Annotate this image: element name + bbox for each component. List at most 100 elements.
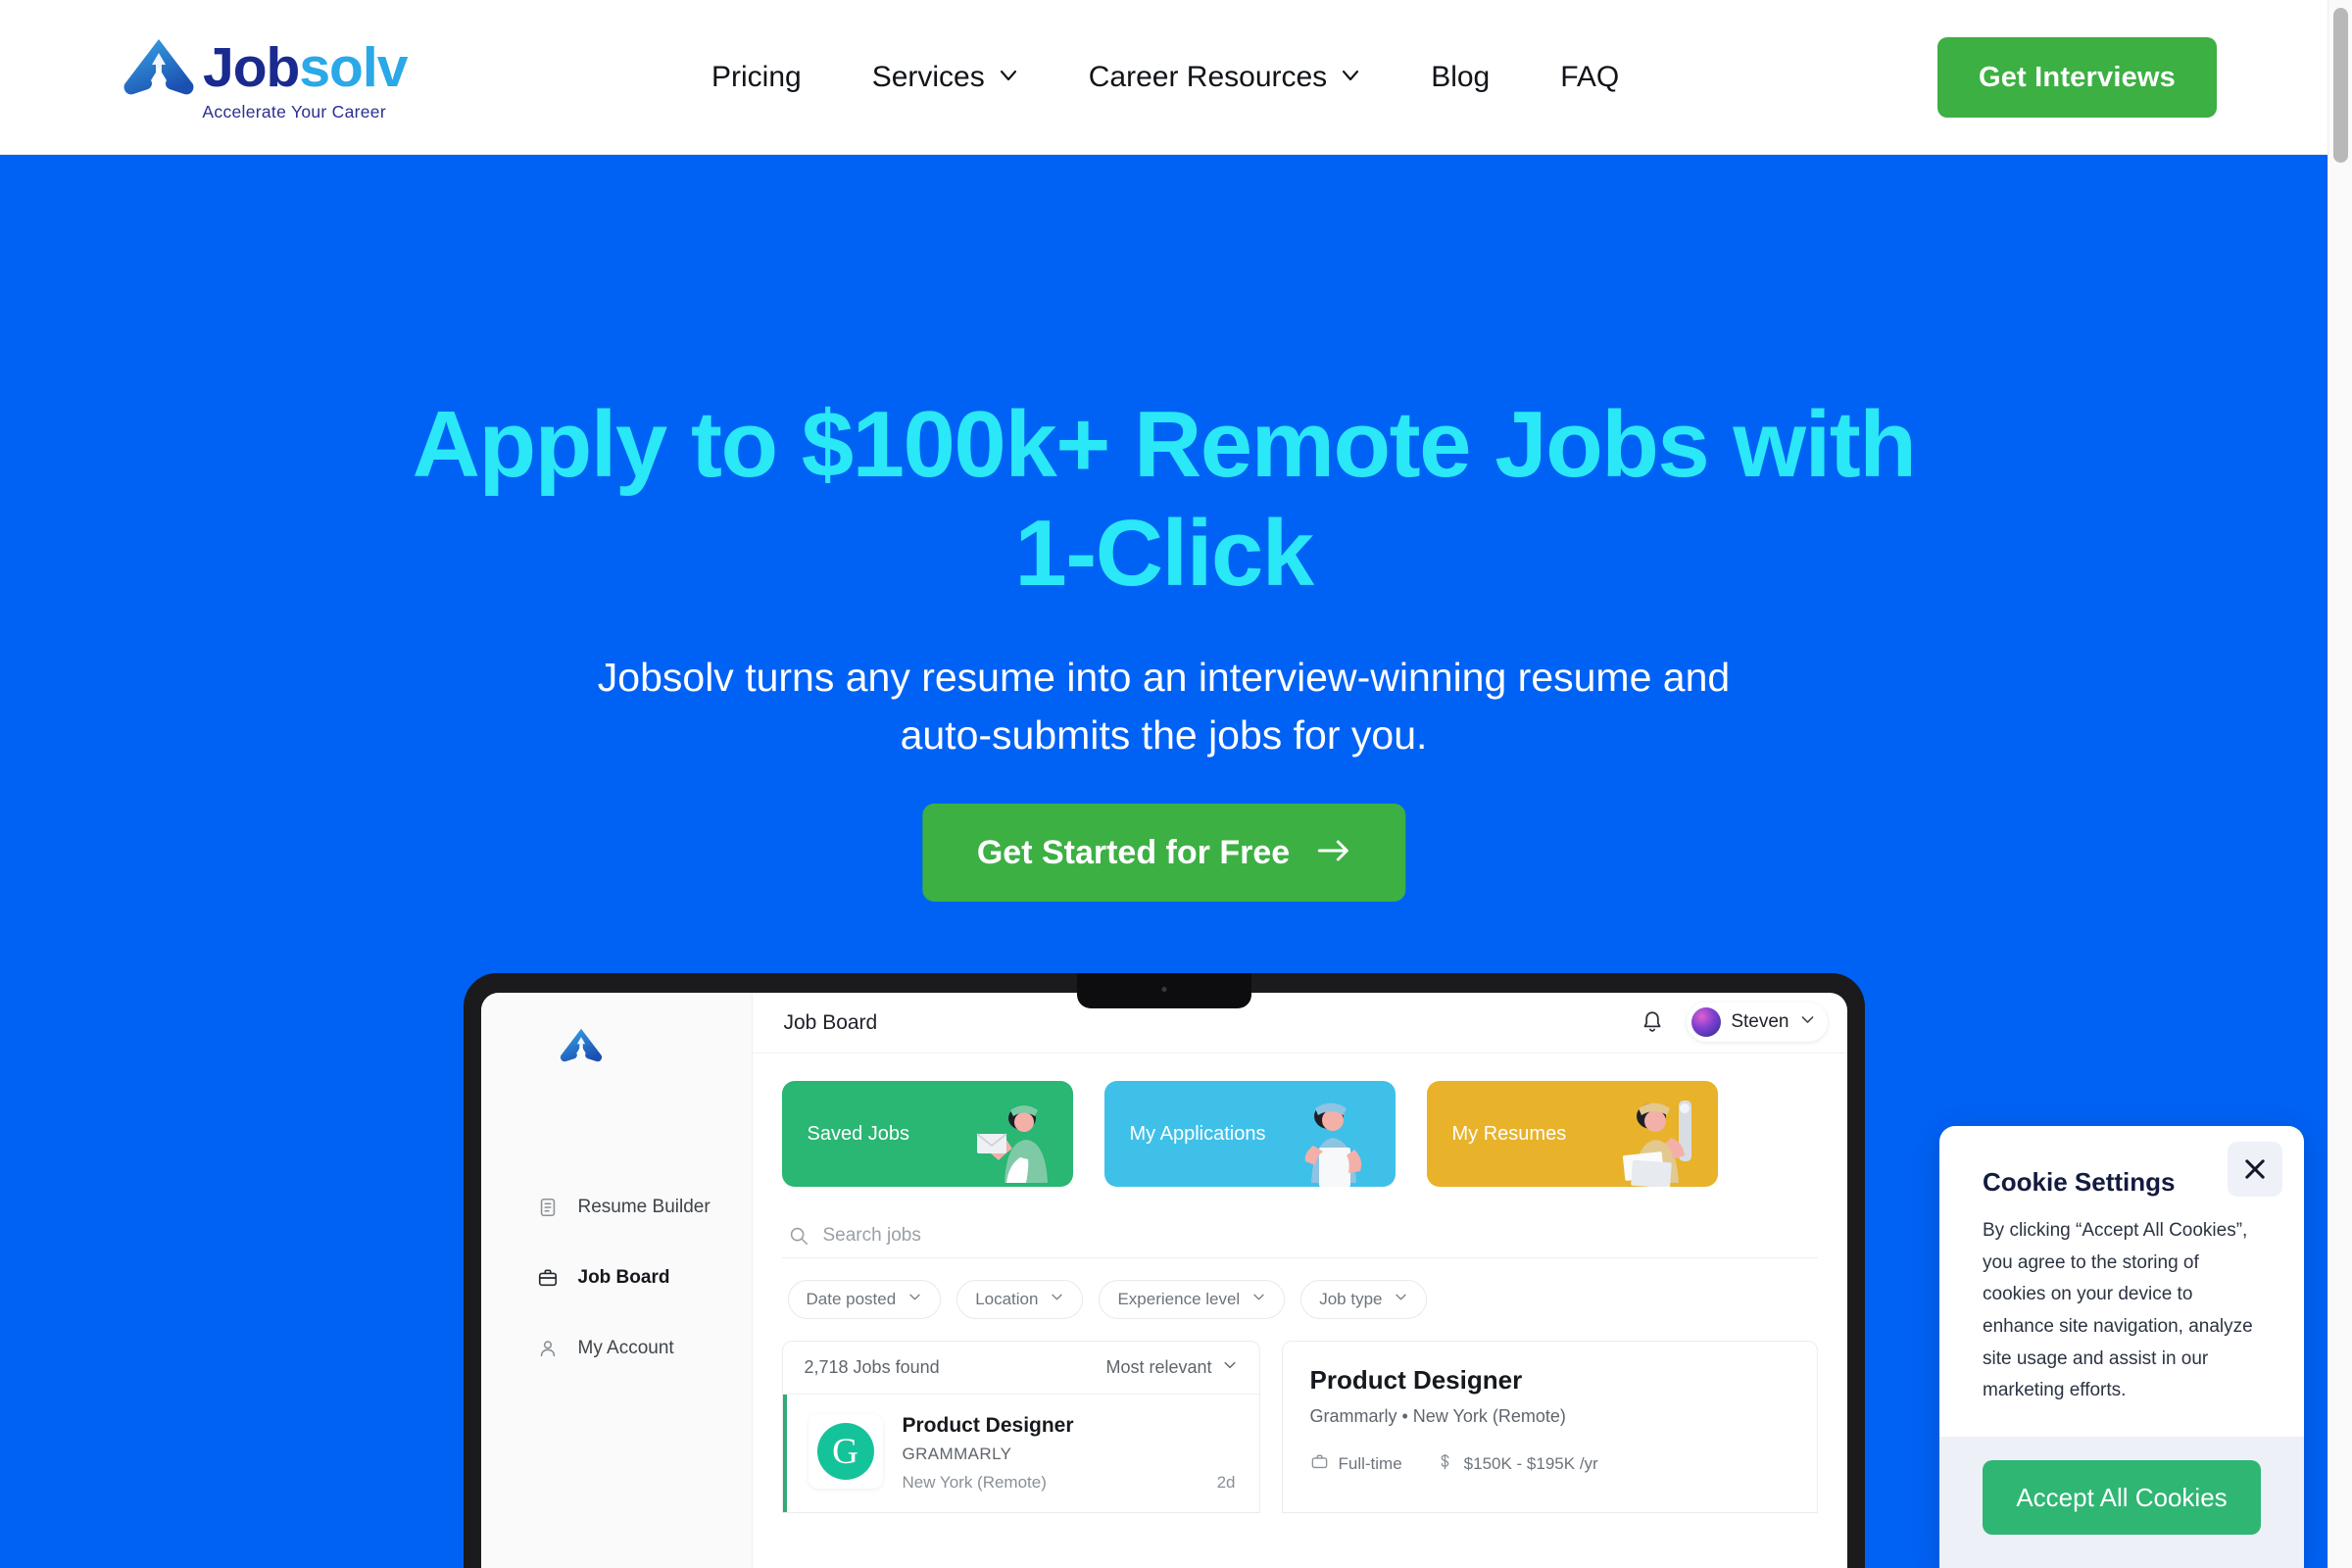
nav-item-career-resources[interactable]: Career Resources bbox=[1054, 61, 1396, 94]
jobsolv-arrow-logo-icon bbox=[560, 1026, 603, 1065]
nav-item-services[interactable]: Services bbox=[837, 61, 1054, 94]
cookie-settings-dialog: Cookie Settings By clicking “Accept All … bbox=[1939, 1125, 2304, 1568]
hero-subtitle: Jobsolv turns any resume into an intervi… bbox=[597, 655, 1731, 759]
logo-tagline: Accelerate Your Career bbox=[202, 102, 386, 122]
filter-job-type[interactable]: Job type bbox=[1300, 1280, 1428, 1319]
document-icon bbox=[535, 1195, 561, 1220]
dollar-icon bbox=[1436, 1452, 1454, 1476]
search-placeholder: Search jobs bbox=[822, 1224, 921, 1246]
briefcase-icon bbox=[1310, 1452, 1329, 1476]
filter-pills: Date posted Location Experience level Jo… bbox=[787, 1280, 1847, 1319]
nav-label: Pricing bbox=[711, 61, 802, 93]
site-logo[interactable]: Jobsolv Accelerate Your Career bbox=[122, 35, 408, 122]
user-icon bbox=[535, 1336, 561, 1361]
get-started-free-button[interactable]: Get Started for Free bbox=[921, 804, 1406, 902]
results-area: 2,718 Jobs found Most relevant G Product… bbox=[781, 1341, 1818, 1513]
salary-label: $150K - $195K /yr bbox=[1463, 1454, 1598, 1473]
person-with-envelope-illustration bbox=[950, 1093, 1067, 1187]
job-detail-pane: Product Designer Grammarly • New York (R… bbox=[1281, 1341, 1818, 1513]
hero-title-line-1: Apply to $100k+ Remote Jobs with bbox=[412, 392, 1917, 497]
camera-dot-icon bbox=[1161, 987, 1166, 992]
company-logo-grammarly-icon: G bbox=[808, 1414, 883, 1489]
app-main: Job Board Steven Saved Jobs My Applicati… bbox=[752, 993, 1847, 1568]
chevron-down-icon bbox=[1341, 66, 1360, 85]
cookie-dialog-text: By clicking “Accept All Cookies”, you ag… bbox=[1983, 1219, 2253, 1401]
sidebar-item-label: My Account bbox=[577, 1338, 674, 1358]
main-nav: Pricing Services Career Resources Blog F… bbox=[676, 0, 1654, 155]
cookie-dialog-footer: Accept All Cookies bbox=[1939, 1437, 2304, 1568]
app-sidebar: Resume Builder Job Board My Account bbox=[480, 993, 753, 1568]
filter-label: Job type bbox=[1319, 1290, 1383, 1308]
page-title: Apply to $100k+ Remote Jobs with 1-Click bbox=[0, 390, 2328, 609]
close-icon[interactable] bbox=[2228, 1141, 2282, 1197]
jobsolv-arrow-logo-icon bbox=[122, 35, 195, 100]
job-salary: $150K - $195K /yr bbox=[1436, 1452, 1598, 1476]
nav-item-faq[interactable]: FAQ bbox=[1525, 61, 1654, 94]
logo-word-secondary: solv bbox=[299, 35, 408, 99]
grammarly-logo-letter: G bbox=[816, 1423, 874, 1480]
sidebar-item-job-board[interactable]: Job Board bbox=[481, 1249, 752, 1307]
laptop-mockup: Resume Builder Job Board My Account Job … bbox=[463, 973, 1865, 1568]
results-header: 2,718 Jobs found Most relevant bbox=[782, 1342, 1259, 1395]
job-search-field[interactable]: Search jobs bbox=[781, 1213, 1818, 1258]
job-location: New York (Remote) bbox=[902, 1473, 1047, 1492]
logo-word-primary: Job bbox=[203, 35, 300, 99]
job-detail-facts: Full-time $150K - $195K /yr bbox=[1310, 1452, 1789, 1476]
cookie-dialog-body: Cookie Settings By clicking “Accept All … bbox=[1939, 1126, 2304, 1437]
promo-card-label: Saved Jobs bbox=[807, 1122, 910, 1145]
job-list-item[interactable]: G Product Designer GRAMMARLY New York (R… bbox=[782, 1395, 1259, 1512]
sidebar-item-resume-builder[interactable]: Resume Builder bbox=[481, 1178, 752, 1237]
job-title: Product Designer bbox=[902, 1414, 1074, 1437]
job-results-list: 2,718 Jobs found Most relevant G Product… bbox=[781, 1341, 1260, 1513]
nav-label: Blog bbox=[1431, 61, 1491, 93]
scrollbar-thumb[interactable] bbox=[2333, 8, 2348, 163]
sidebar-item-my-account[interactable]: My Account bbox=[481, 1319, 752, 1378]
cookie-dialog-title: Cookie Settings bbox=[1983, 1166, 2176, 1197]
chevron-down-icon bbox=[1799, 1011, 1816, 1033]
nav-label: FAQ bbox=[1560, 61, 1620, 93]
user-menu[interactable]: Steven bbox=[1687, 1003, 1828, 1042]
job-employment-type: Full-time bbox=[1310, 1452, 1402, 1476]
arrow-right-icon bbox=[1317, 834, 1350, 872]
promo-cards: Saved Jobs My Applications My Resumes bbox=[753, 1054, 1847, 1187]
results-count-label: 2,718 Jobs found bbox=[804, 1357, 940, 1377]
job-detail-title: Product Designer bbox=[1309, 1365, 1523, 1395]
filter-experience-level[interactable]: Experience level bbox=[1099, 1280, 1286, 1319]
chevron-down-icon bbox=[907, 1290, 922, 1309]
job-posted-age: 2d bbox=[1216, 1473, 1236, 1492]
get-interviews-button[interactable]: Get Interviews bbox=[1936, 37, 2217, 118]
avatar bbox=[1691, 1007, 1722, 1037]
app-topbar-actions: Steven bbox=[1640, 1003, 1828, 1042]
promo-card-saved-jobs[interactable]: Saved Jobs bbox=[781, 1081, 1073, 1187]
notification-bell-icon[interactable] bbox=[1640, 1009, 1665, 1035]
sort-dropdown[interactable]: Most relevant bbox=[1105, 1357, 1237, 1378]
sort-label: Most relevant bbox=[1105, 1357, 1212, 1377]
accept-all-cookies-button[interactable]: Accept All Cookies bbox=[1983, 1460, 2261, 1535]
promo-card-my-resumes[interactable]: My Resumes bbox=[1426, 1081, 1718, 1187]
promo-card-my-applications[interactable]: My Applications bbox=[1103, 1081, 1396, 1187]
promo-card-label: My Applications bbox=[1129, 1122, 1266, 1145]
chevron-down-icon bbox=[1222, 1357, 1238, 1378]
app-page-title: Job Board bbox=[783, 1010, 878, 1034]
nav-item-pricing[interactable]: Pricing bbox=[676, 61, 837, 94]
nav-item-blog[interactable]: Blog bbox=[1396, 61, 1525, 94]
search-icon bbox=[788, 1225, 809, 1247]
chevron-down-icon bbox=[999, 66, 1018, 85]
promo-card-label: My Resumes bbox=[1451, 1122, 1567, 1145]
filter-label: Location bbox=[975, 1290, 1039, 1308]
filter-location[interactable]: Location bbox=[956, 1280, 1084, 1319]
app-screen: Resume Builder Job Board My Account Job … bbox=[480, 993, 1847, 1568]
filter-date-posted[interactable]: Date posted bbox=[787, 1280, 942, 1319]
chevron-down-icon bbox=[1050, 1290, 1064, 1309]
briefcase-icon bbox=[535, 1265, 561, 1291]
job-detail-subtitle: Grammarly • New York (Remote) bbox=[1309, 1406, 1566, 1426]
logo-wordmark: Jobsolv bbox=[203, 39, 408, 96]
nav-label: Career Resources bbox=[1088, 61, 1328, 93]
filter-label: Experience level bbox=[1117, 1290, 1241, 1308]
hero-title-line-2: 1-Click bbox=[1014, 501, 1314, 607]
employment-type-label: Full-time bbox=[1338, 1454, 1402, 1473]
page-scrollbar[interactable] bbox=[2328, 0, 2352, 1568]
cta-label: Get Started for Free bbox=[976, 833, 1291, 871]
user-name-label: Steven bbox=[1731, 1011, 1789, 1032]
person-with-document-illustration bbox=[1272, 1093, 1390, 1187]
